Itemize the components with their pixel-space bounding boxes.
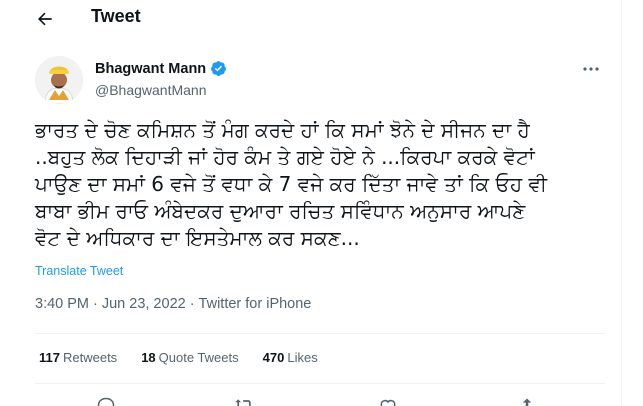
divider (35, 333, 605, 334)
verified-badge-icon (211, 61, 227, 76)
tweet-text-line: ਵੋਟ ਦੇ ਅਧਿਕਾਰ ਦਾ ਇਸਤੇਮਾਲ ਕਰ ਸਕਣ... (35, 226, 360, 250)
retweet-icon (235, 399, 251, 406)
page-title: Tweet (91, 6, 141, 26)
retweets-stat[interactable]: 117 Retweets (39, 350, 117, 365)
quote-tweets-stat[interactable]: 18 Quote Tweets (141, 350, 238, 365)
tweet-source[interactable]: Twitter for iPhone (199, 296, 312, 312)
tweet-text: ਭਾਰਤ ਦੇ ਚੋਣ ਕਮਿਸ਼ਨ ਤੋਂ ਮੰਗ ਕਰਦੇ ਹਾਂ ਕਿ ਸ… (35, 117, 615, 252)
author-handle[interactable]: @BhagwantMann (95, 82, 207, 98)
tweet-text-line: ਪਾਉਣ ਦਾ ਸਮਾਂ 6 ਵਜੇ ਤੋਂ ਵਧਾ ਕੇ 7 ਵਜੇ ਕਰ ਦ… (35, 172, 548, 196)
meta-separator: · (189, 296, 195, 312)
quote-tweets-label: Quote Tweets (158, 350, 239, 365)
engagement-stats: 117 Retweets 18 Quote Tweets 470 Likes (39, 350, 318, 365)
retweets-count: 117 (39, 350, 60, 365)
retweet-button[interactable] (234, 396, 256, 406)
avatar[interactable] (35, 56, 83, 104)
heart-icon (380, 399, 396, 406)
tweet-text-line: ਬਾਬਾ ਭੀਮ ਰਾਓ ਅੰਬੇਦਕਰ ਦੁਆਰਾ ਰਚਿਤ ਸਵਿੰਧਾਨ … (35, 199, 526, 223)
tweet-action-bar (0, 396, 622, 406)
tweet-metadata: 3:40 PM · Jun 23, 2022 · Twitter for iPh… (35, 296, 311, 312)
profile-photo (35, 56, 83, 104)
share-icon (522, 398, 532, 406)
author-name[interactable]: Bhagwant Mann (95, 61, 206, 77)
divider (35, 383, 605, 384)
retweets-label: Retweets (62, 350, 118, 365)
translate-tweet-link[interactable]: Translate Tweet (35, 264, 123, 278)
like-button[interactable] (378, 396, 400, 406)
page-header: Tweet (0, 0, 622, 37)
author-name-row[interactable]: Bhagwant Mann (95, 60, 227, 77)
more-horizontal-icon (583, 67, 599, 71)
likes-count: 470 (262, 350, 285, 365)
share-button[interactable] (517, 396, 539, 406)
tweet-date[interactable]: Jun 23, 2022 (102, 296, 186, 312)
more-options-button[interactable] (580, 60, 602, 78)
quote-tweets-count: 18 (141, 350, 156, 365)
arrow-left-icon (38, 12, 52, 26)
reply-icon (97, 397, 115, 406)
tweet-time[interactable]: 3:40 PM (35, 296, 89, 312)
tweet-text-line: ..ਬਹੁਤ ਲੋਕ ਦਿਹਾੜੀ ਜਾਂ ਹੋਰ ਕੰਮ ਤੇ ਗਏ ਹੋਏ … (35, 145, 535, 169)
meta-separator: · (93, 296, 98, 312)
tweet-detail-panel: Tweet Bhagwant Mann @BhagwantMann ਭਾਰਤ ਦ… (0, 0, 622, 406)
back-button[interactable] (30, 4, 60, 34)
likes-label: Likes (287, 350, 318, 365)
reply-button[interactable] (96, 396, 118, 406)
tweet-text-line: ਭਾਰਤ ਦੇ ਚੋਣ ਕਮਿਸ਼ਨ ਤੋਂ ਮੰਗ ਕਰਦੇ ਹਾਂ ਕਿ ਸ… (35, 118, 530, 142)
likes-stat[interactable]: 470 Likes (263, 350, 318, 365)
